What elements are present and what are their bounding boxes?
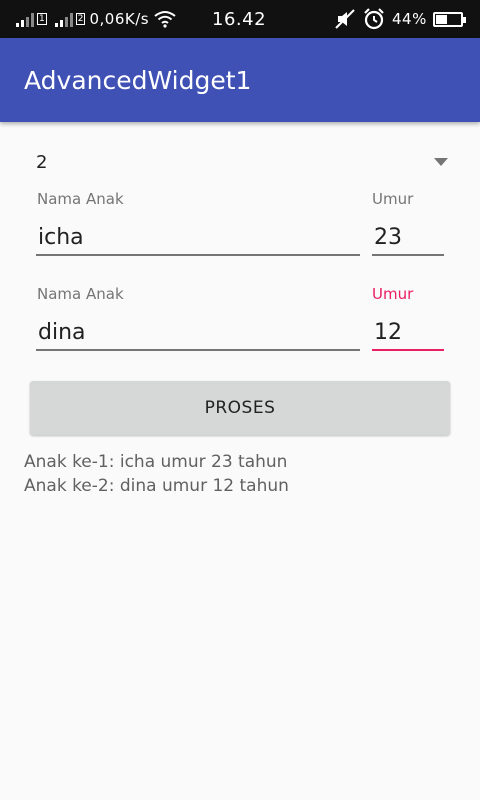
age-field-2[interactable]: 12 xyxy=(372,320,444,351)
name-value-2: dina xyxy=(38,320,86,345)
name-field-1[interactable]: icha xyxy=(36,225,360,256)
wifi-icon xyxy=(154,11,176,28)
time-text: 16.42 xyxy=(212,8,267,30)
age-value-1: 23 xyxy=(374,225,402,250)
app-title: AdvancedWidget1 xyxy=(24,65,252,95)
clock: 16.42 xyxy=(212,0,266,38)
result-line-2: Anak ke-2: dina umur 12 tahun xyxy=(24,476,289,496)
signal-icon xyxy=(54,11,73,27)
status-bar: 1 2 0,06K/s 16.42 44% xyxy=(0,0,480,38)
spinner-value: 2 xyxy=(36,152,48,173)
battery-percent: 44% xyxy=(392,10,427,28)
age-field-1[interactable]: 23 xyxy=(372,225,444,256)
sim-2-icon: 2 xyxy=(75,13,86,25)
signal-icon xyxy=(16,11,34,27)
age-label-2: Umur xyxy=(372,285,414,303)
left-status-group: 1 2 0,06K/s xyxy=(16,0,177,38)
battery-fill xyxy=(435,14,448,24)
result-line-1: Anak ke-1: icha umur 23 tahun xyxy=(24,452,288,472)
battery-icon xyxy=(432,11,466,27)
app-bar: AdvancedWidget1 xyxy=(0,38,480,122)
name-field-2[interactable]: dina xyxy=(36,320,360,351)
mute-icon xyxy=(335,9,355,29)
name-label-2: Nama Anak xyxy=(37,285,124,303)
child-count-spinner[interactable]: 2 xyxy=(30,146,450,182)
right-status-group: 44% xyxy=(334,0,466,38)
age-value-2: 12 xyxy=(374,320,402,345)
name-label-1: Nama Anak xyxy=(37,190,124,208)
age-label-1: Umur xyxy=(372,190,414,208)
proses-button[interactable]: PROSES xyxy=(30,381,450,435)
network-speed: 0,06K/s xyxy=(89,10,150,28)
name-value-1: icha xyxy=(38,225,84,250)
result-text: Anak ke-1: icha umur 23 tahun Anak ke-2:… xyxy=(24,450,289,498)
alarm-icon xyxy=(364,8,384,30)
dropdown-arrow-icon xyxy=(434,158,448,166)
sim-1-icon: 1 xyxy=(37,13,47,25)
